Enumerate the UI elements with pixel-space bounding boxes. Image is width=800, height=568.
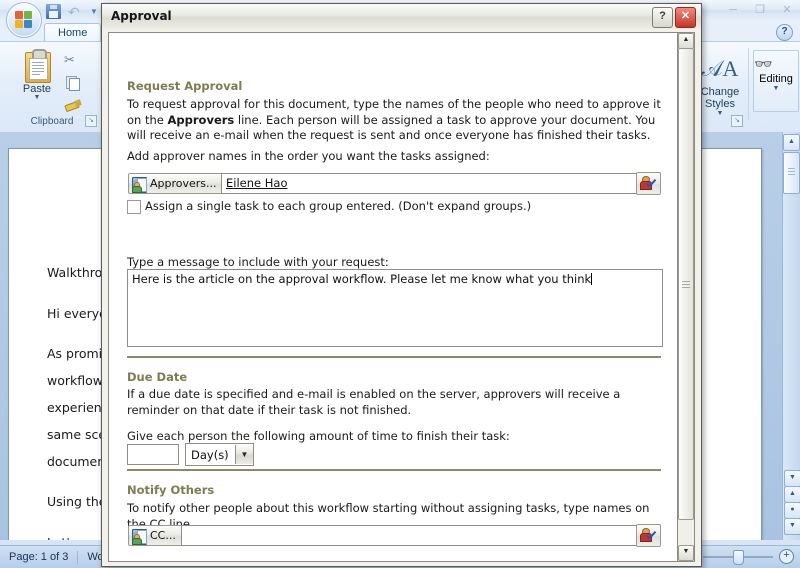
cc-input[interactable] (181, 525, 639, 546)
notify-others-heading: Notify Others (127, 483, 215, 497)
paste-button[interactable]: Paste ▼ (14, 48, 60, 101)
zoom-slider[interactable] (703, 549, 773, 565)
ribbon-group-editing: 👓 Editing ▼ (752, 44, 799, 128)
check-names-icon (640, 175, 656, 190)
duration-unit-value: Day(s) (191, 447, 229, 462)
doc-line-0: Walkthro (47, 265, 103, 280)
doc-line-4: experienc (47, 400, 109, 415)
editing-button[interactable]: 👓 Editing ▼ (753, 50, 799, 112)
check-names-button-approvers[interactable] (636, 172, 661, 195)
quick-access-toolbar: ↶ ▼ (46, 4, 98, 19)
paste-dropdown-arrow-icon[interactable]: ▼ (14, 94, 60, 101)
dialog-scroll-up-icon[interactable]: ▲ (678, 33, 694, 49)
save-icon[interactable] (46, 4, 61, 19)
dialog-title: Approval (111, 9, 172, 23)
zoom-in-icon[interactable]: + (779, 549, 794, 564)
approval-form: Request Approval To request approval for… (109, 33, 679, 561)
message-text: Here is the article on the approval work… (132, 272, 592, 286)
request-approval-heading: Request Approval (127, 79, 243, 93)
minimize-icon[interactable]: ─ (724, 2, 742, 17)
request-approval-description: To request approval for this document, t… (127, 97, 663, 144)
approvers-button-label: Approvers... (150, 177, 217, 190)
doc-line-1: Hi everyo (47, 306, 107, 321)
doc-line-2: As promis (47, 346, 109, 361)
close-icon[interactable]: ✕ (778, 2, 796, 17)
group-task-checkbox-label: Assign a single task to each group enter… (145, 199, 532, 213)
status-page-number[interactable]: Page: 1 of 3 (0, 551, 77, 563)
tab-home[interactable]: Home (44, 23, 102, 42)
previous-page-icon[interactable]: ▲ (784, 486, 800, 503)
document-vertical-scrollbar[interactable]: ▲ ▼ ▲ ● ▼ (782, 132, 800, 540)
doc-line-6: documen (47, 454, 106, 469)
due-date-divider (127, 356, 661, 358)
undo-icon[interactable]: ↶ (68, 5, 83, 19)
zoom-controls: + (703, 549, 794, 565)
styles-dialog-launcher[interactable]: ↘ (731, 115, 743, 127)
ribbon-tabs: Home (44, 22, 102, 42)
editing-dropdown-arrow-icon[interactable]: ▼ (754, 85, 798, 92)
check-names-icon-cc (640, 527, 656, 542)
next-page-icon[interactable]: ▼ (784, 518, 800, 535)
clipboard-dialog-launcher[interactable]: ↘ (85, 115, 97, 127)
dialog-vertical-scrollbar[interactable]: ▲ ▼ (677, 32, 695, 562)
close-button[interactable]: ✕ (675, 7, 696, 28)
address-book-icon-cc (132, 528, 147, 545)
dialog-body: Request Approval To request approval for… (102, 29, 701, 566)
amount-of-time-label: Give each person the following amount of… (127, 429, 510, 443)
dialog-content-canvas: Request Approval To request approval for… (108, 32, 680, 562)
due-date-heading: Due Date (127, 370, 188, 384)
text-caret (591, 273, 593, 285)
doc-line-5: same sce (47, 427, 107, 442)
due-date-description: If a due date is specified and e-mail is… (127, 387, 621, 417)
message-textarea[interactable]: Here is the article on the approval work… (127, 269, 663, 347)
doc-line-8: Let's say (47, 535, 102, 540)
doc-line-7: Using the (47, 494, 107, 509)
chevron-down-icon[interactable]: ▼ (235, 445, 253, 464)
paste-icon (22, 48, 52, 83)
dialog-scroll-down-icon[interactable]: ▼ (678, 545, 694, 561)
ribbon-group-clipboard: Paste ▼ ✂ Clipboard ↘ (4, 44, 100, 128)
approval-dialog: Approval ? ✕ Request Approval To request… (101, 3, 702, 567)
dialog-title-bar[interactable]: Approval ? ✕ (102, 4, 701, 30)
office-logo-icon (15, 11, 33, 29)
find-binoculars-icon: 👓 (754, 56, 773, 73)
scroll-thumb[interactable] (783, 152, 800, 194)
doc-line-3: workflow (47, 373, 103, 388)
duration-input[interactable] (127, 444, 179, 465)
check-names-button-cc[interactable] (636, 524, 661, 547)
select-browse-object-icon[interactable]: ● (784, 502, 800, 519)
request-desc-bold: Approvers (167, 112, 235, 127)
format-painter-icon[interactable] (64, 96, 82, 113)
approvers-button[interactable]: Approvers... (128, 173, 227, 194)
group-task-checkbox[interactable] (127, 200, 141, 214)
scroll-up-icon[interactable]: ▲ (783, 134, 800, 151)
approver-order-label: Add approver names in the order you want… (127, 149, 490, 163)
copy-icon[interactable] (64, 74, 82, 91)
address-book-icon (132, 176, 147, 193)
cut-icon[interactable]: ✂ (64, 52, 82, 68)
word-window-buttons: ─ ❐ ✕ (724, 2, 796, 17)
word-help-icon[interactable]: ? (776, 24, 793, 41)
cc-button[interactable]: CC... (128, 525, 187, 546)
scroll-down-icon[interactable]: ▼ (784, 470, 800, 487)
help-button[interactable]: ? (652, 7, 673, 28)
notify-others-divider (127, 469, 661, 471)
editing-label: Editing (759, 73, 793, 85)
cc-button-label: CC... (150, 529, 176, 542)
duration-unit-select[interactable]: Day(s) ▼ (185, 443, 254, 466)
approvers-input[interactable]: Eilene Hao (221, 173, 639, 194)
message-label: Type a message to include with your requ… (127, 255, 389, 269)
dialog-scroll-thumb[interactable] (678, 48, 694, 520)
restore-icon[interactable]: ❐ (751, 2, 769, 17)
office-button[interactable] (6, 2, 42, 38)
customize-qat-icon[interactable]: ▼ (90, 7, 98, 16)
